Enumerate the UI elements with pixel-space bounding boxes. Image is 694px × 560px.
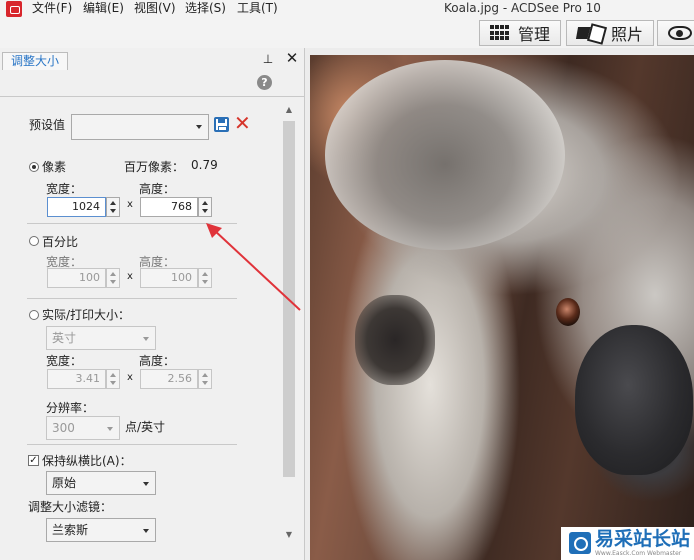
arrow-line bbox=[213, 229, 301, 311]
watermark: 易采站长站 Www.Easck.Com Webmaster bbox=[561, 527, 694, 560]
watermark-logo-icon bbox=[569, 532, 591, 554]
watermark-title: 易采站长站 bbox=[595, 528, 691, 550]
annotation-arrow bbox=[206, 223, 301, 311]
watermark-subtitle: Www.Easck.Com Webmaster bbox=[595, 550, 682, 557]
